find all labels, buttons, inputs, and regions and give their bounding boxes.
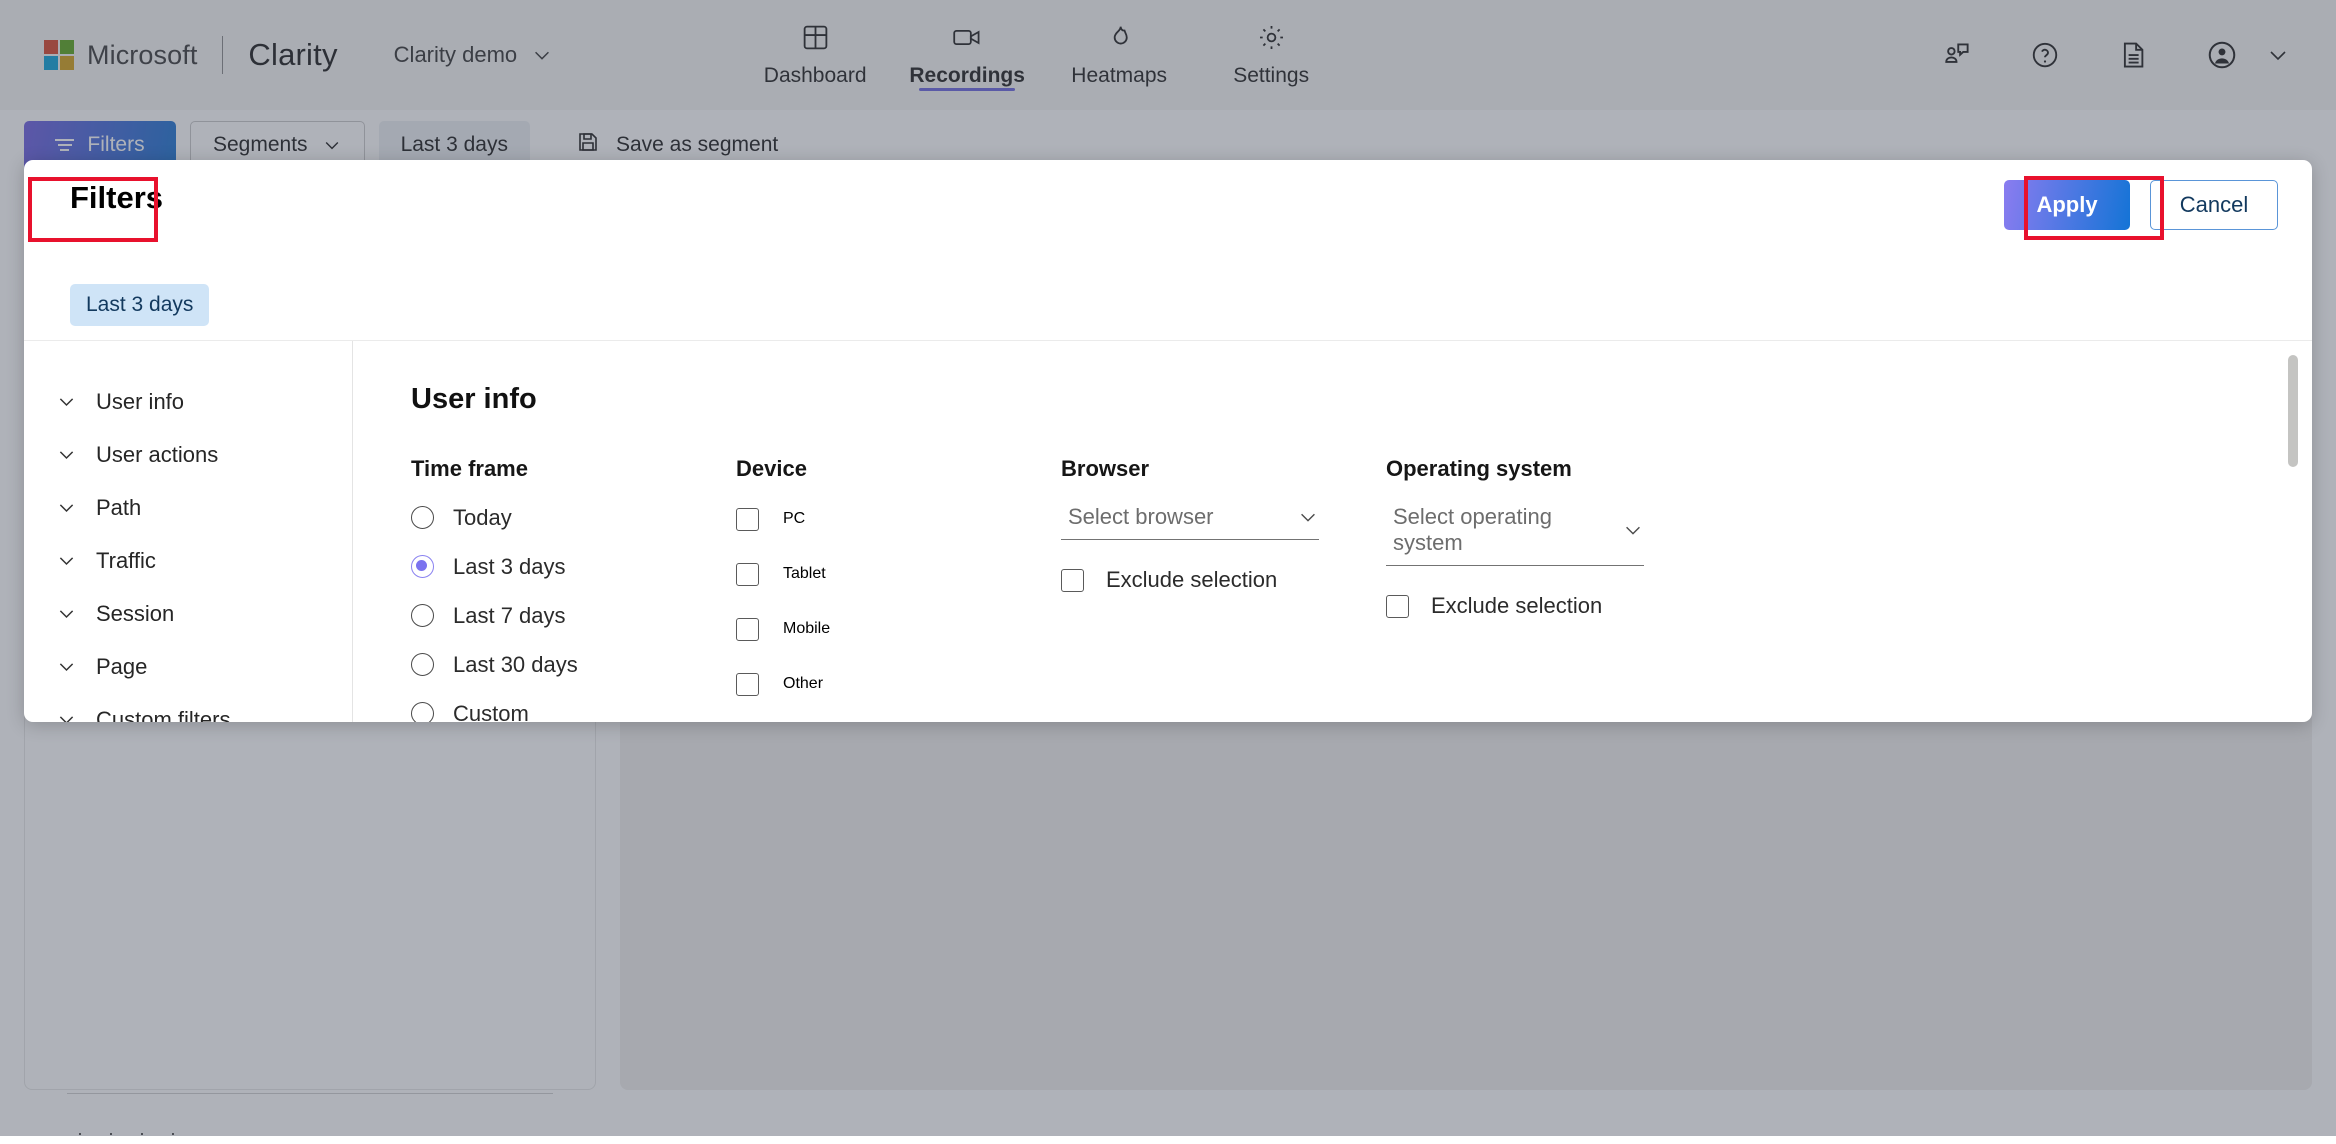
- browser-exclude-checkbox[interactable]: Exclude selection: [1061, 567, 1386, 593]
- radio-label: Today: [453, 505, 512, 531]
- checkbox-icon: [1386, 595, 1409, 618]
- chevron-down-icon: [1622, 519, 1644, 541]
- chevron-down-icon: [56, 444, 77, 465]
- time-frame-label: Time frame: [411, 456, 736, 482]
- chevron-down-icon: [1297, 506, 1319, 528]
- browser-exclude-label: Exclude selection: [1106, 567, 1277, 593]
- checkbox-icon: [736, 618, 759, 641]
- filters-dialog-header: Filters Apply Cancel: [24, 160, 2312, 248]
- radio-last-3-days[interactable]: Last 3 days: [411, 548, 736, 585]
- active-filter-chip-last-3-days[interactable]: Last 3 days: [70, 284, 209, 326]
- checkbox-label: Other: [783, 675, 823, 693]
- operating-system-group: Operating system Select operating system…: [1386, 456, 1711, 722]
- chevron-down-icon: [56, 603, 77, 624]
- operating-system-exclude-label: Exclude selection: [1431, 593, 1602, 619]
- radio-icon: [411, 604, 434, 627]
- radio-label: Last 7 days: [453, 603, 566, 629]
- filter-category-label: Page: [96, 654, 147, 680]
- radio-today[interactable]: Today: [411, 499, 736, 536]
- filters-dialog-body: User info User actions Path Traffic Sess…: [24, 340, 2312, 722]
- radio-custom[interactable]: Custom: [411, 695, 736, 722]
- radio-icon-selected: [411, 555, 434, 578]
- checkbox-icon: [736, 673, 759, 696]
- checkbox-other[interactable]: Other: [736, 664, 1061, 704]
- filter-category-list: User info User actions Path Traffic Sess…: [24, 341, 353, 722]
- radio-last-30-days[interactable]: Last 30 days: [411, 646, 736, 683]
- filter-category-traffic[interactable]: Traffic: [36, 534, 352, 587]
- apply-button[interactable]: Apply: [2004, 180, 2130, 230]
- filter-category-label: Traffic: [96, 548, 156, 574]
- browser-group: Browser Select browser Exclude selection: [1061, 456, 1386, 722]
- operating-system-select[interactable]: Select operating system: [1386, 499, 1644, 566]
- checkbox-icon: [736, 508, 759, 531]
- checkbox-pc[interactable]: PC: [736, 499, 1061, 539]
- radio-icon: [411, 506, 434, 529]
- filter-category-label: Custom filters: [96, 707, 230, 723]
- filter-panel-user-info: User info Time frame Today Last 3 days: [353, 341, 2312, 722]
- checkbox-label: Mobile: [783, 620, 830, 638]
- radio-label: Last 30 days: [453, 652, 578, 678]
- browser-select[interactable]: Select browser: [1061, 499, 1319, 540]
- browser-label: Browser: [1061, 456, 1386, 482]
- filters-dialog: Filters Apply Cancel Last 3 days User in…: [24, 160, 2312, 722]
- chevron-down-icon: [56, 391, 77, 412]
- browser-select-placeholder: Select browser: [1068, 504, 1214, 530]
- checkbox-tablet[interactable]: Tablet: [736, 554, 1061, 594]
- radio-icon: [411, 702, 434, 722]
- filter-category-path[interactable]: Path: [36, 481, 352, 534]
- filter-fields-row-1: Time frame Today Last 3 days Last 7 days: [411, 456, 2312, 722]
- device-group: Device PC Tablet Mobile: [736, 456, 1061, 722]
- checkbox-label: Tablet: [783, 565, 826, 583]
- chevron-down-icon: [56, 497, 77, 518]
- radio-last-7-days[interactable]: Last 7 days: [411, 597, 736, 634]
- chevron-down-icon: [56, 550, 77, 571]
- time-frame-group: Time frame Today Last 3 days Last 7 days: [411, 456, 736, 722]
- checkbox-icon: [736, 563, 759, 586]
- page-title: Filters: [70, 180, 163, 216]
- filter-category-custom-filters[interactable]: Custom filters: [36, 693, 352, 722]
- checkbox-mobile[interactable]: Mobile: [736, 609, 1061, 649]
- radio-label: Last 3 days: [453, 554, 566, 580]
- dialog-actions: Apply Cancel: [2004, 180, 2278, 230]
- radio-icon: [411, 653, 434, 676]
- cancel-button[interactable]: Cancel: [2150, 180, 2278, 230]
- device-label: Device: [736, 456, 1061, 482]
- filter-category-user-actions[interactable]: User actions: [36, 428, 352, 481]
- checkbox-label: PC: [783, 510, 805, 528]
- chevron-down-icon: [56, 709, 77, 722]
- filter-category-label: Session: [96, 601, 174, 627]
- checkbox-icon: [1061, 569, 1084, 592]
- panel-scrollbar[interactable]: [2288, 355, 2298, 467]
- operating-system-label: Operating system: [1386, 456, 1711, 482]
- operating-system-select-placeholder: Select operating system: [1393, 504, 1622, 556]
- filter-category-label: User actions: [96, 442, 218, 468]
- chevron-down-icon: [56, 656, 77, 677]
- filter-category-session[interactable]: Session: [36, 587, 352, 640]
- panel-heading: User info: [411, 383, 2312, 416]
- filter-category-label: User info: [96, 389, 184, 415]
- filter-category-page[interactable]: Page: [36, 640, 352, 693]
- filter-category-label: Path: [96, 495, 141, 521]
- operating-system-exclude-checkbox[interactable]: Exclude selection: [1386, 593, 1711, 619]
- radio-label: Custom: [453, 701, 529, 723]
- active-filter-chips: Last 3 days: [70, 284, 209, 326]
- filter-category-user-info[interactable]: User info: [36, 375, 352, 428]
